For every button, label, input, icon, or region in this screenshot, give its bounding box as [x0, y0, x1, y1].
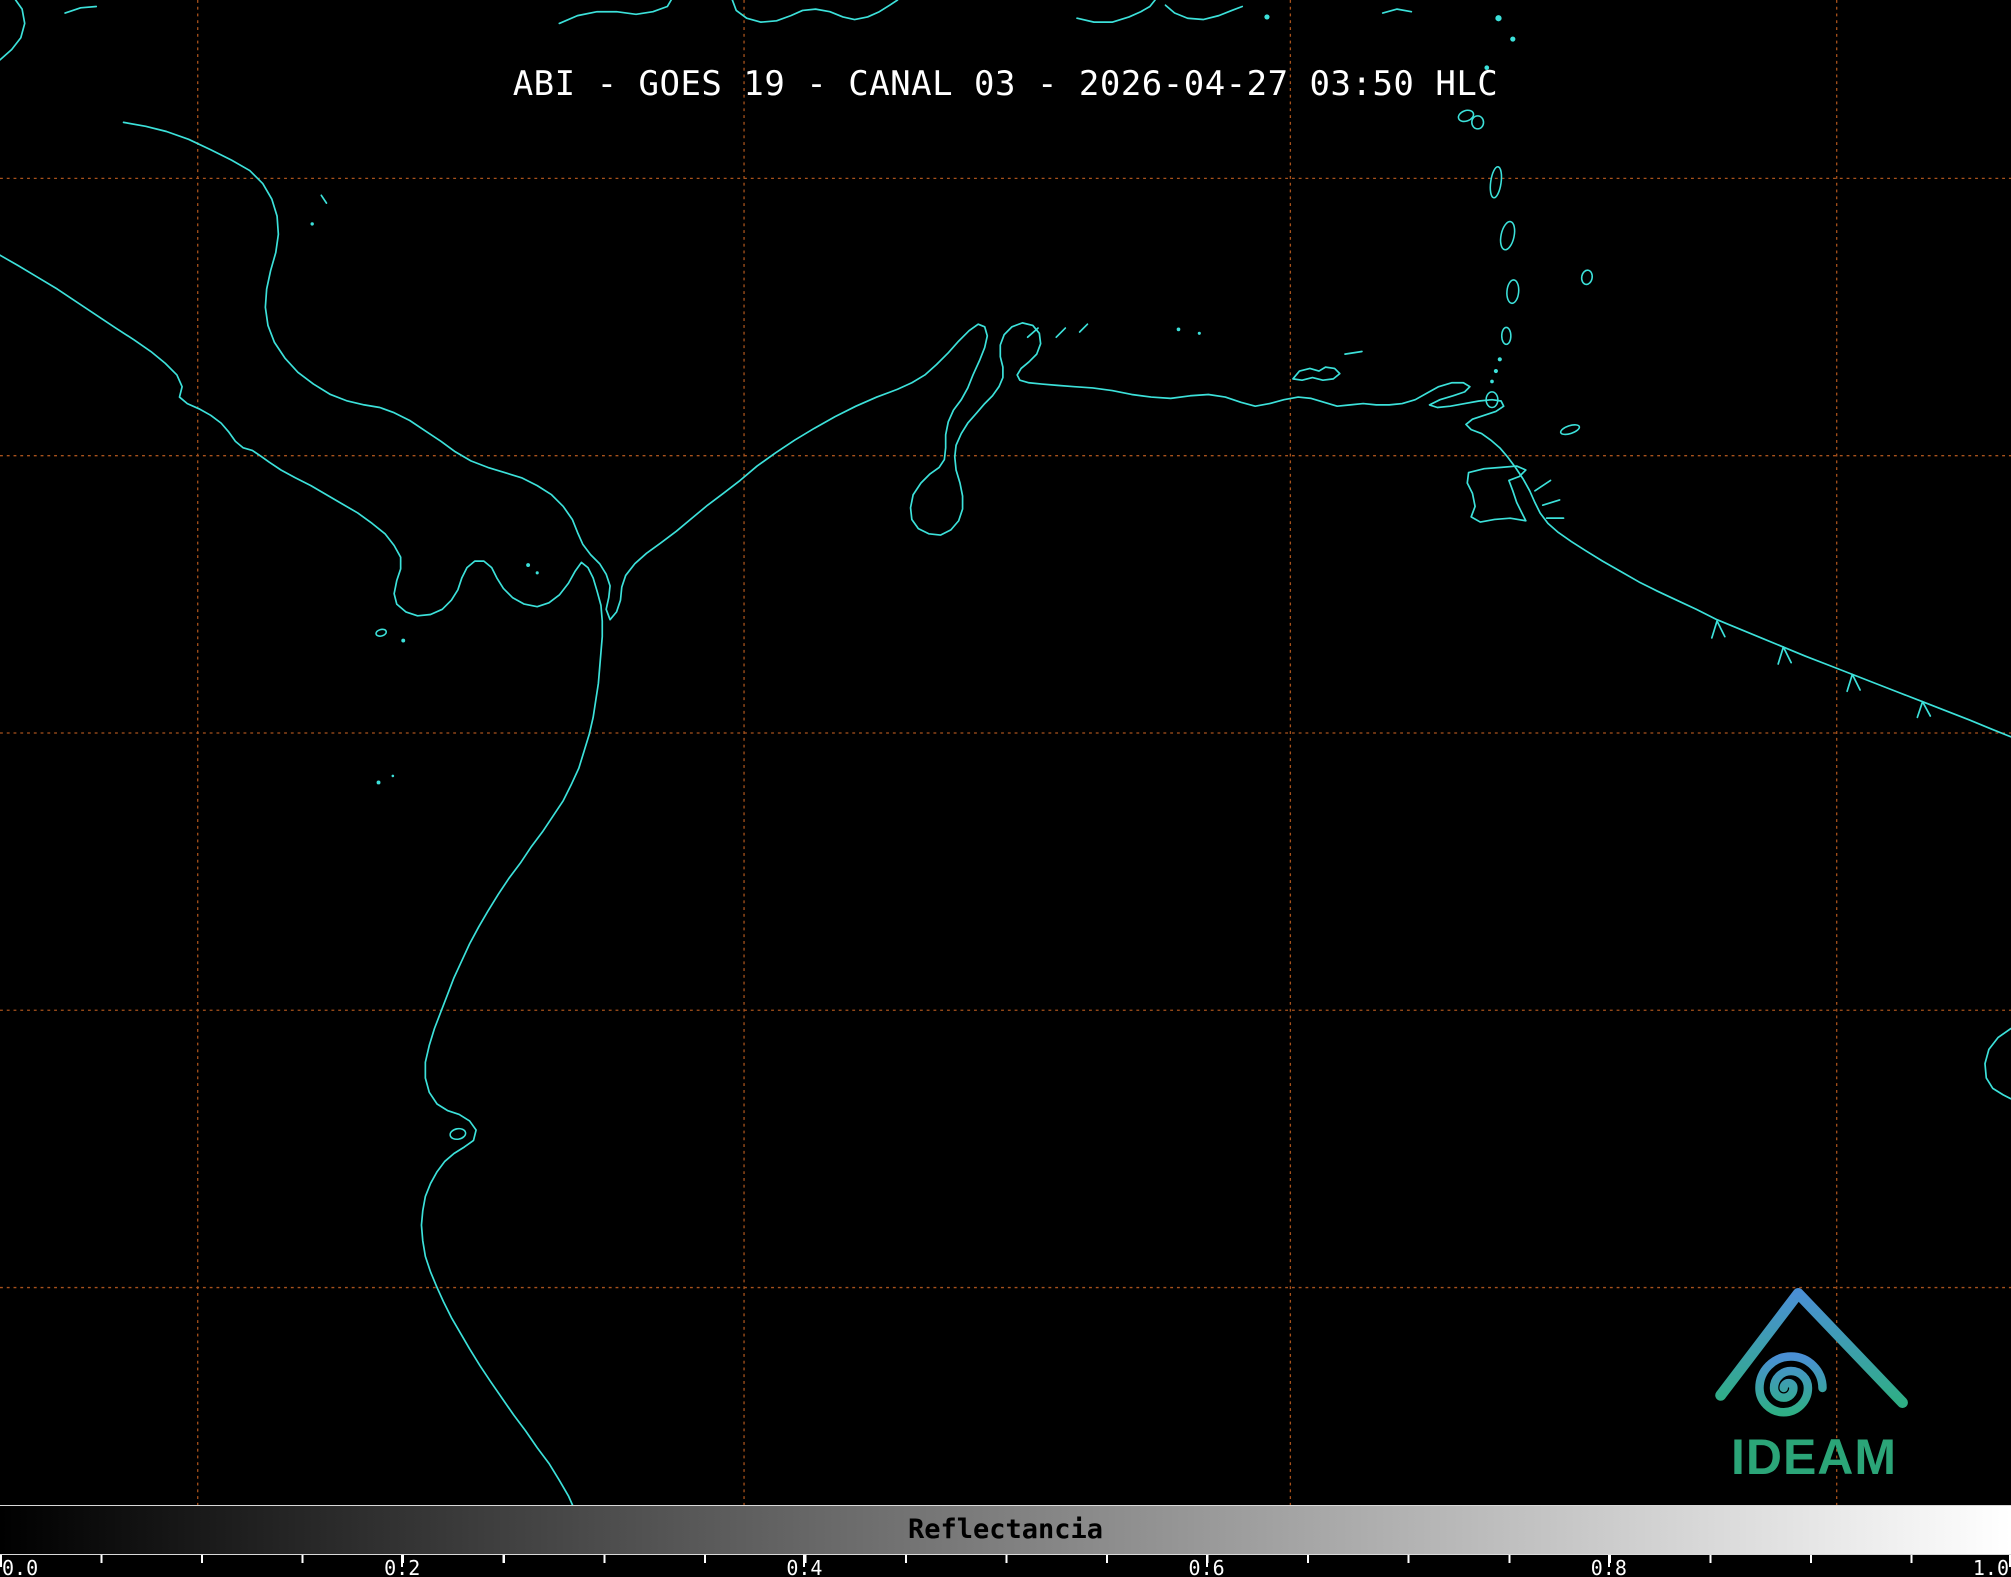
- coastline-amazon-fragment: [1985, 1029, 2011, 1099]
- colorbar-tick-label: 0.6: [1189, 1558, 1225, 1577]
- colorbar-tick-label: 1.0: [1973, 1558, 2009, 1577]
- island-vieques: [1264, 14, 1269, 19]
- coastline-topleft-fragment: [0, 0, 25, 60]
- islands-venezuela: [1028, 324, 1362, 380]
- islands-san-andres: [310, 195, 326, 225]
- coastline-caribbean-southamerica: [124, 122, 2011, 736]
- colorbar-tick-label: 0.4: [786, 1558, 822, 1577]
- colorbar: Reflectancia: [0, 1505, 2011, 1555]
- coastline-hispaniola-east: [732, 0, 897, 22]
- guyana-river-mouths: [1712, 621, 1931, 717]
- ideam-logo-icon: [1711, 1268, 1917, 1428]
- islands-pacific: [375, 563, 539, 1140]
- colorbar-tick-label: 0.2: [384, 1558, 420, 1577]
- coastline-hispaniola-west: [559, 0, 671, 23]
- image-title: ABI - GOES 19 - CANAL 03 - 2026-04-27 03…: [0, 64, 2011, 104]
- colorbar-minor-ticks: [0, 1555, 2011, 1563]
- goes-satellite-image-viewer: ABI - GOES 19 - CANAL 03 - 2026-04-27 03…: [0, 0, 2011, 1577]
- coastline-puertorico-east: [1165, 5, 1242, 19]
- colorbar-tick-label: 0.0: [2, 1558, 38, 1577]
- colorbar-tick-label: 0.8: [1591, 1558, 1627, 1577]
- island-trinidad: [1467, 466, 1526, 522]
- colorbar-label: Reflectancia: [0, 1514, 2011, 1545]
- coastline-jamaica-fragment: [65, 7, 96, 14]
- coastline-puertorico-west: [1077, 0, 1155, 22]
- coastline-pacific: [0, 255, 602, 1505]
- logo-spiral: [1759, 1356, 1822, 1412]
- colorbar-axis: 0.0 0.2 0.4 0.6 0.8 1.0: [0, 1555, 2011, 1577]
- ideam-logo-text: IDEAM: [1706, 1432, 1922, 1482]
- ideam-logo: IDEAM: [1706, 1268, 1922, 1482]
- island-stcroix: [1383, 9, 1412, 13]
